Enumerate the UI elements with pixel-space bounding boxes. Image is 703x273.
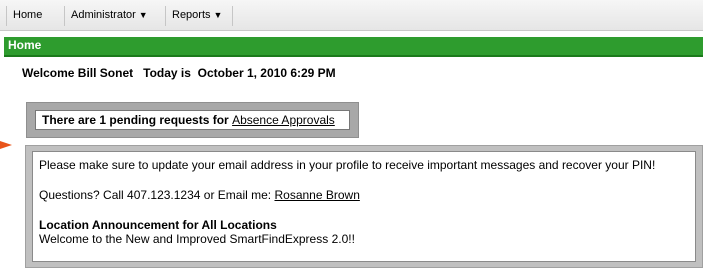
pending-requests-box: There are 1 pending requests for Absence… [35,110,350,130]
absence-approvals-link[interactable]: Absence Approvals [232,113,335,127]
questions-line: Questions? Call 407.123.1234 or Email me… [39,188,695,202]
nav-reports-menu[interactable]: Reports ▼ [166,6,233,26]
today-label: Today is [143,66,191,80]
nav-home[interactable]: Home [7,6,65,26]
announcement-box: Please make sure to update your email ad… [32,151,696,262]
questions-text: Questions? Call 407.123.1234 or Email me… [39,188,272,202]
chevron-down-icon: ▼ [138,10,148,20]
top-nav-bar: Home Administrator ▼ Reports ▼ [0,0,703,31]
pending-requests-text: There are 1 pending requests for [42,113,229,127]
nav-reports-label: Reports [172,9,211,21]
contact-email-link[interactable]: Rosanne Brown [274,188,359,202]
announcement-panel: Please make sure to update your email ad… [25,145,703,268]
page-header-bar: Home [4,37,703,57]
chevron-down-icon: ▼ [213,10,223,20]
welcome-message: Welcome Bill Sonet Today is October 1, 20… [22,66,336,80]
nav-home-label: Home [13,9,43,21]
pending-requests-panel: There are 1 pending requests for Absence… [26,102,359,138]
nav-administrator-label: Administrator [71,9,136,21]
arrow-pointer-icon [0,141,12,149]
welcome-greeting: Welcome Bill Sonet [22,66,134,80]
email-update-message: Please make sure to update your email ad… [39,158,656,172]
current-date: October 1, 2010 6:29 PM [197,66,336,80]
location-announcement-title: Location Announcement for All Locations [39,218,277,232]
page-title: Home [8,38,42,52]
location-announcement-body: Welcome to the New and Improved SmartFin… [39,232,355,246]
nav-administrator-menu[interactable]: Administrator ▼ [65,6,166,26]
